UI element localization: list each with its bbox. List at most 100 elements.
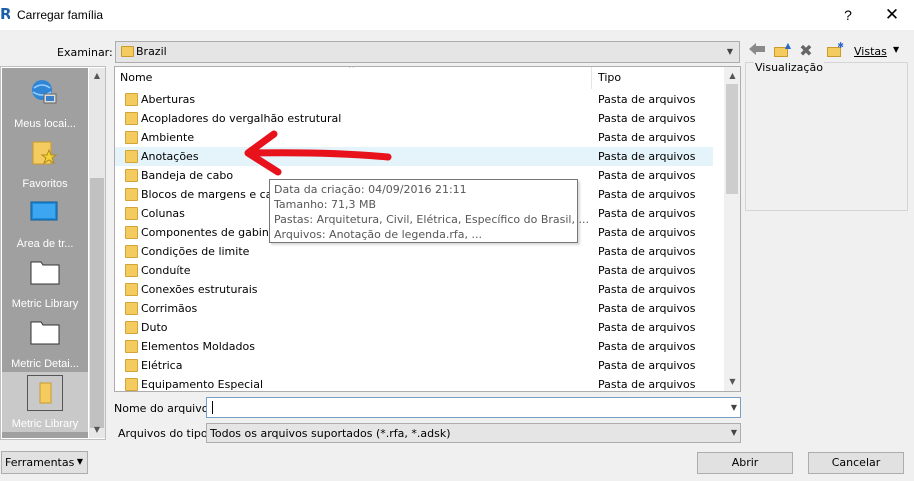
- file-name-label: Nome do arquivo:: [114, 402, 213, 415]
- file-list-scrollbar[interactable]: ▲ ▼: [724, 67, 740, 391]
- file-row[interactable]: Conduíte Pasta de arquivos: [115, 261, 713, 280]
- favorites-folder-icon: [30, 138, 58, 166]
- file-type-cell: Pasta de arquivos: [598, 112, 696, 125]
- chevron-down-icon[interactable]: ▼: [731, 400, 737, 416]
- place-desktop[interactable]: Área de tr...: [2, 192, 88, 252]
- close-button[interactable]: ✕: [878, 4, 906, 26]
- file-type-cell: Pasta de arquivos: [598, 169, 696, 182]
- folder-icon: [27, 375, 63, 411]
- file-row[interactable]: Elétrica Pasta de arquivos: [115, 356, 713, 375]
- file-name-cell: Conduíte: [141, 264, 191, 277]
- file-row[interactable]: Duto Pasta de arquivos: [115, 318, 713, 337]
- file-type-cell: Pasta de arquivos: [598, 150, 696, 163]
- file-row[interactable]: Conexões estruturais Pasta de arquivos: [115, 280, 713, 299]
- file-row[interactable]: Aberturas Pasta de arquivos: [115, 90, 713, 109]
- scroll-down-icon[interactable]: ▼: [89, 422, 105, 438]
- file-name-cell: Duto: [141, 321, 168, 334]
- folder-icon: [125, 245, 138, 258]
- file-name-cell: Corrimãos: [141, 302, 198, 315]
- red-arrow-annotation-icon: [244, 130, 392, 176]
- file-name-cell: Bandeja de cabo: [141, 169, 234, 182]
- folder-icon: [30, 318, 60, 346]
- file-name-cell: Anotações: [141, 150, 199, 163]
- folder-icon: [30, 258, 60, 286]
- look-in-label: Examinar:: [57, 46, 113, 59]
- chevron-down-icon[interactable]: ▼: [893, 45, 899, 54]
- file-name-cell: Blocos de margens e car: [141, 188, 277, 201]
- look-in-value: Brazil: [136, 45, 167, 58]
- file-type-value: Todos os arquivos suportados (*.rfa, *.a…: [210, 427, 451, 440]
- file-name-cell: Equipamento Especial: [141, 378, 264, 391]
- place-metric-library[interactable]: Metric Library: [2, 252, 88, 312]
- folder-icon: [125, 93, 138, 106]
- file-row[interactable]: Acopladores do vergalhão estrutural Pasta…: [115, 109, 713, 128]
- folder-icon: [125, 321, 138, 334]
- scroll-up-icon[interactable]: ▲: [724, 69, 740, 83]
- chevron-down-icon[interactable]: ▼: [731, 425, 737, 441]
- column-header-label: Tipo: [598, 71, 622, 84]
- up-folder-icon[interactable]: ▲: [771, 42, 791, 60]
- place-metric-library-selected[interactable]: Metric Library: [2, 372, 88, 432]
- open-button[interactable]: Abrir: [697, 452, 793, 474]
- folder-icon: [125, 131, 138, 144]
- file-row[interactable]: Equipamento Especial Pasta de arquivos: [115, 375, 713, 391]
- file-type-cell: Pasta de arquivos: [598, 226, 696, 239]
- cancel-button[interactable]: Cancelar: [808, 452, 904, 474]
- folder-tooltip: Data da criação: 04/09/2016 21:11 Tamanh…: [269, 179, 589, 243]
- file-name-cell: Ambiente: [141, 131, 195, 144]
- folder-icon: [121, 46, 134, 57]
- file-type-cell: Pasta de arquivos: [598, 245, 696, 258]
- tools-button[interactable]: Ferramentas ▼: [1, 451, 88, 474]
- look-in-dropdown[interactable]: Brazil ▼: [115, 41, 740, 63]
- folder-icon: [125, 264, 138, 277]
- file-type-cell: Pasta de arquivos: [598, 359, 696, 372]
- sort-ascending-icon: ^: [348, 66, 355, 73]
- column-header-type[interactable]: Tipo: [593, 67, 713, 89]
- views-menu-button[interactable]: Vistas: [854, 45, 887, 58]
- scroll-down-icon[interactable]: ▼: [724, 375, 740, 389]
- scroll-thumb[interactable]: [726, 84, 738, 194]
- place-favorites[interactable]: Favoritos: [2, 132, 88, 192]
- tooltip-files: Arquivos: Anotação de legenda.rfa, ...: [274, 228, 482, 241]
- file-type-dropdown[interactable]: Todos os arquivos suportados (*.rfa, *.a…: [206, 423, 741, 443]
- places-bar: Meus locai... Favoritos Área de tr... Me…: [0, 66, 106, 440]
- file-name-input[interactable]: ▼: [206, 397, 741, 418]
- file-name-cell: Aberturas: [141, 93, 196, 106]
- file-type-cell: Pasta de arquivos: [598, 131, 696, 144]
- places-scrollbar[interactable]: ▲ ▼: [89, 68, 105, 438]
- file-row[interactable]: Elementos Moldados Pasta de arquivos: [115, 337, 713, 356]
- file-row[interactable]: Corrimãos Pasta de arquivos: [115, 299, 713, 318]
- new-folder-icon[interactable]: ✱: [824, 42, 844, 60]
- file-name-cell: Conexões estruturais: [141, 283, 258, 296]
- scroll-up-icon[interactable]: ▲: [89, 68, 105, 84]
- file-type-cell: Pasta de arquivos: [598, 321, 696, 334]
- file-row[interactable]: Anotações Pasta de arquivos: [115, 147, 713, 166]
- file-name-cell: Elétrica: [141, 359, 183, 372]
- back-arrow-icon[interactable]: [747, 42, 767, 60]
- file-row[interactable]: Condições de limite Pasta de arquivos: [115, 242, 713, 261]
- text-caret: [212, 401, 213, 414]
- help-button[interactable]: ?: [836, 5, 860, 25]
- delete-icon[interactable]: ✖: [796, 42, 816, 60]
- place-metric-detail[interactable]: Metric Detai...: [2, 312, 88, 372]
- globe-computer-icon: [30, 78, 58, 106]
- place-label: Favoritos: [22, 178, 68, 190]
- folder-icon: [125, 150, 138, 163]
- file-type-cell: Pasta de arquivos: [598, 207, 696, 220]
- file-name-cell: Elementos Moldados: [141, 340, 255, 353]
- place-my-places[interactable]: Meus locai...: [2, 72, 88, 132]
- place-label: Meus locai...: [14, 118, 76, 130]
- file-row[interactable]: Ambiente Pasta de arquivos: [115, 128, 713, 147]
- folder-icon: [125, 340, 138, 353]
- place-label: Área de tr...: [16, 238, 74, 250]
- tooltip-created: Data da criação: 04/09/2016 21:11: [274, 183, 467, 196]
- preview-panel: [745, 62, 908, 211]
- column-header-name[interactable]: Nome ^: [115, 67, 592, 89]
- column-header-label: Nome: [120, 71, 153, 84]
- place-label: Metric Library: [11, 418, 79, 430]
- chevron-down-icon[interactable]: ▼: [723, 44, 737, 60]
- file-type-label: Arquivos do tipo:: [118, 427, 212, 440]
- tools-label: Ferramentas: [5, 456, 75, 469]
- scroll-thumb[interactable]: [90, 178, 104, 428]
- folder-icon: [125, 359, 138, 372]
